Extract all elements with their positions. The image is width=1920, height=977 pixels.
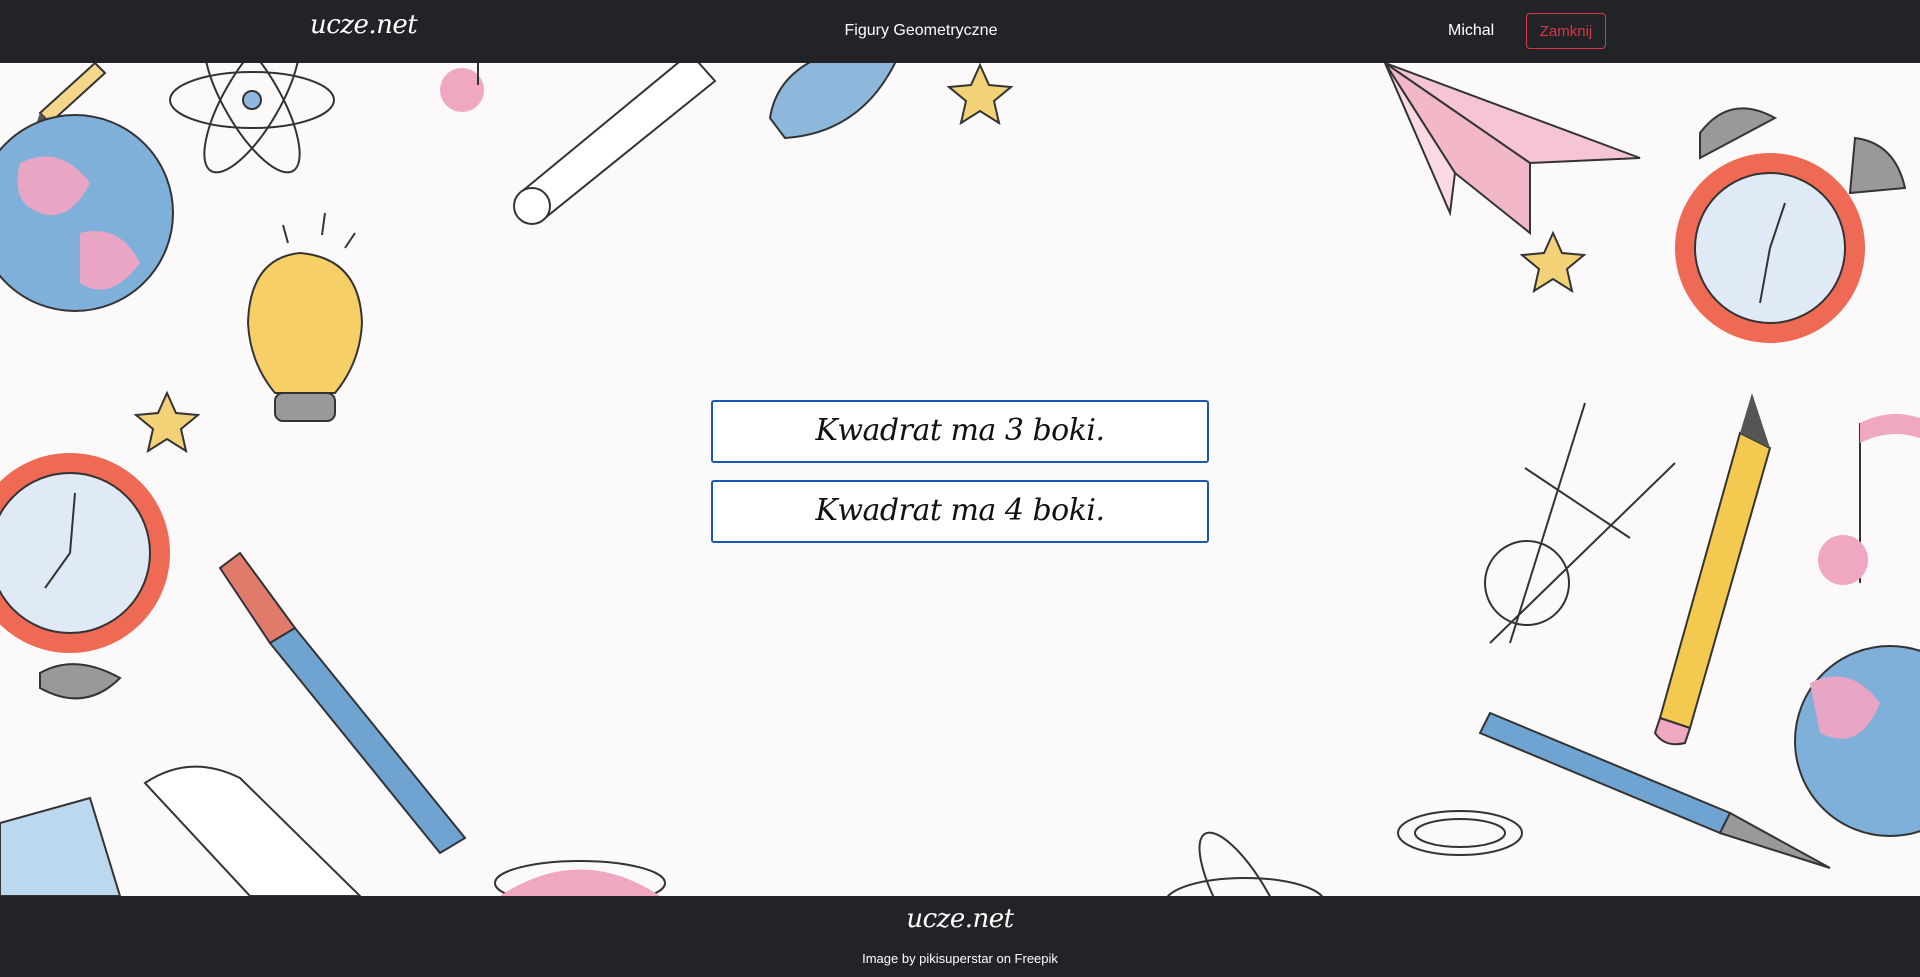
star-icon (946, 63, 1014, 126)
crayon-icon (768, 63, 897, 140)
atom-icon (169, 63, 335, 174)
globe-icon (1794, 645, 1920, 837)
marker-icon (513, 63, 717, 225)
eraser-icon (143, 765, 362, 896)
answer-option-2[interactable]: Kwadrat ma 4 boki. (711, 480, 1209, 543)
quiz-area: Kwadrat ma 3 boki. Kwadrat ma 4 boki. (0, 63, 1920, 896)
user-name: Michal (1448, 22, 1495, 39)
compass-icon (1484, 402, 1676, 644)
close-button[interactable]: Zamknij (1526, 13, 1606, 49)
pencil-icon (1653, 393, 1772, 746)
footer-brand-logo: ucze.net (906, 904, 1014, 934)
light-bulb-icon (246, 212, 364, 422)
alarm-clock-icon (1675, 107, 1907, 343)
notebook-icon (0, 796, 122, 896)
paper-clip-icon (1397, 810, 1523, 856)
answer-option-1[interactable]: Kwadrat ma 3 boki. (711, 400, 1209, 463)
star-icon (1519, 230, 1587, 294)
globe-icon (0, 114, 174, 312)
paintbrush-icon (1478, 711, 1831, 869)
footer: ucze.net Image by pikisuperstar on Freep… (0, 896, 1920, 977)
image-credit[interactable]: Image by pikisuperstar on Freepik (0, 951, 1920, 966)
top-navbar: ucze.net Figury Geometryczne Michal Zamk… (0, 0, 1920, 63)
music-note-icon (1818, 414, 1920, 585)
star-icon (133, 390, 201, 454)
paper-plane-icon (1384, 63, 1641, 236)
planet-icon (494, 860, 666, 896)
atom-icon (1166, 831, 1324, 896)
music-note-icon (440, 63, 484, 112)
alarm-clock-icon (0, 453, 170, 700)
